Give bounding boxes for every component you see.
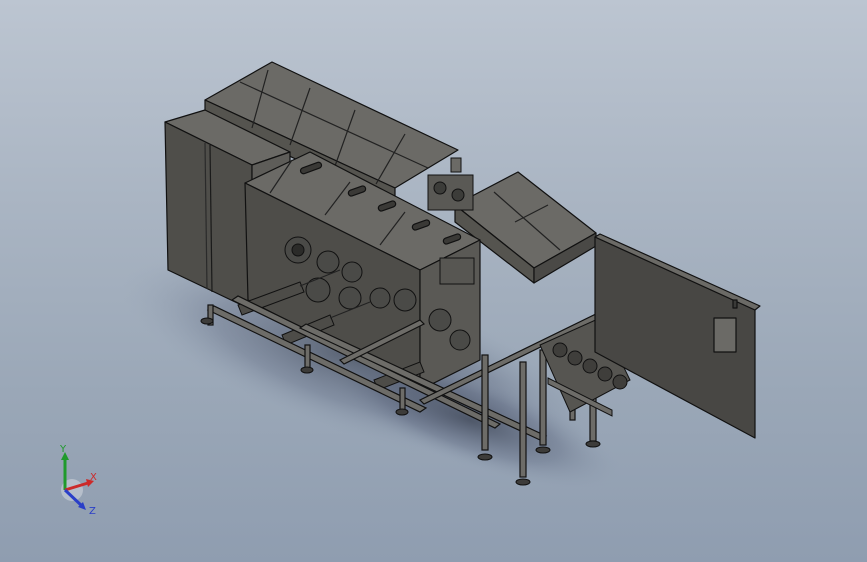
coordinate-triad: Y X Z [59, 444, 97, 517]
z-axis-label: Z [89, 506, 96, 517]
x-axis-label: X [90, 472, 97, 483]
y-axis-label: Y [59, 444, 67, 455]
cad-viewport[interactable]: Y X Z [0, 0, 867, 562]
machine-assembly-model[interactable] [0, 0, 867, 562]
cabinet-door [594, 233, 761, 439]
